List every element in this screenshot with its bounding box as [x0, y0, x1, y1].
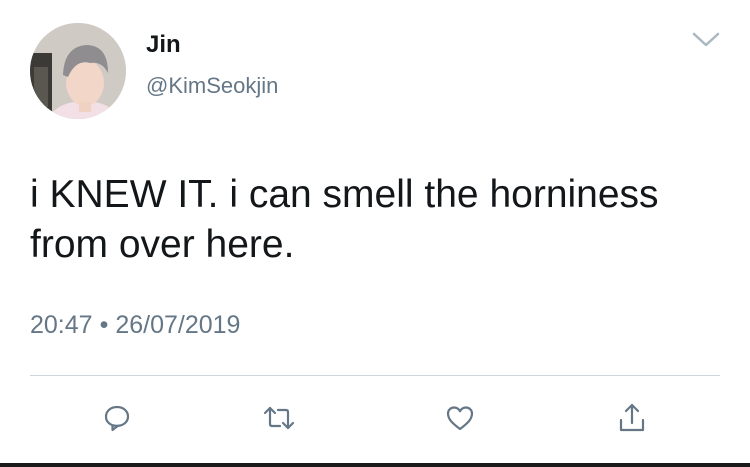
heart-icon [445, 404, 475, 437]
chevron-down-icon[interactable] [690, 28, 722, 50]
share-button[interactable] [612, 400, 652, 440]
reply-button[interactable] [97, 400, 137, 440]
retweet-button[interactable] [259, 400, 299, 440]
timestamp-separator: • [99, 311, 109, 339]
display-name[interactable]: Jin [146, 30, 181, 60]
tweet-text: i KNEW IT. i can smell the horniness fro… [30, 173, 659, 266]
divider [30, 375, 720, 376]
retweet-icon [263, 405, 295, 436]
timestamp[interactable]: 20:47 • 26/07/2019 [30, 308, 240, 342]
tweet-date: 26/07/2019 [115, 311, 241, 339]
bottom-edge [0, 463, 750, 467]
like-button[interactable] [440, 400, 480, 440]
tweet-card: Jin @KimSeokjin i KNEW IT. i can smell t… [0, 0, 750, 467]
share-icon [617, 402, 647, 439]
reply-icon [102, 403, 132, 438]
user-handle[interactable]: @KimSeokjin [146, 72, 278, 100]
avatar[interactable] [30, 23, 126, 119]
tweet-time: 20:47 [30, 311, 93, 339]
